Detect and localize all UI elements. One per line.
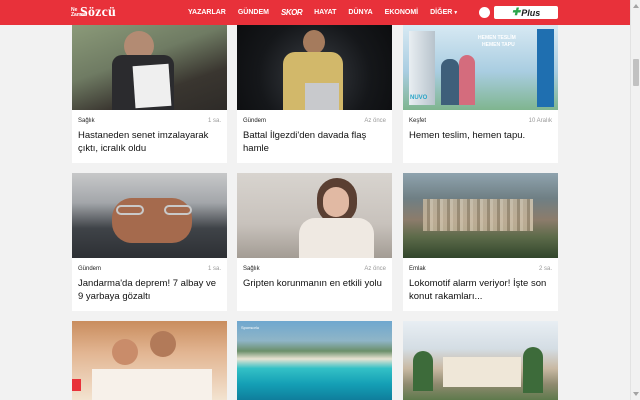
- nav-dunya[interactable]: DÜNYA: [348, 9, 372, 16]
- card-title[interactable]: Hemen teslim, hemen tapu.: [403, 124, 558, 142]
- nav-gundem[interactable]: GÜNDEM: [238, 9, 269, 16]
- news-card[interactable]: Sağlık Az önce Gripten korunmanın en etki…: [237, 173, 392, 311]
- carousel-prev-button[interactable]: [72, 379, 81, 391]
- logo-tagline: Ne Zaman: [71, 6, 88, 18]
- card-category: Gündem: [243, 118, 267, 124]
- card-time: 10 Aralık: [528, 118, 552, 124]
- scroll-thumb[interactable]: [633, 59, 639, 86]
- scroll-up-arrow-icon[interactable]: [633, 4, 639, 8]
- logo-wordmark: Sözcü: [80, 4, 116, 20]
- card-category: Emlak: [409, 266, 426, 272]
- scroll-down-arrow-icon[interactable]: [633, 392, 639, 396]
- news-image: [403, 173, 558, 258]
- card-title[interactable]: Gripten korunmanın en etkili yolu: [237, 272, 392, 290]
- plus-label: Plus: [521, 7, 541, 18]
- news-card[interactable]: [72, 321, 227, 400]
- plus-logo-icon: ✚: [511, 7, 521, 18]
- card-title[interactable]: Hastaneden senet imzalayarak çıktı, icra…: [72, 124, 227, 155]
- card-time: 1 sa.: [207, 118, 221, 124]
- top-navigation-bar: Ne Zaman Sözcü YAZARLAR GÜNDEM SKOR HAYA…: [0, 0, 630, 25]
- card-title[interactable]: Battal İlgezdi'den davada flaş hamle: [237, 124, 392, 155]
- card-title[interactable]: Lokomotif alarm veriyor! İşte son konut …: [403, 272, 558, 303]
- news-card[interactable]: Sağlık 1 sa. Hastaneden senet imzalayarak…: [72, 25, 227, 163]
- nav-diger[interactable]: DİĞER▼: [430, 9, 458, 16]
- ad-line-1: HEMEN TESLİM: [478, 35, 516, 41]
- sponsored-image: Sponsorlu: [237, 321, 392, 400]
- nav-skor[interactable]: SKOR: [281, 8, 303, 17]
- card-category: Keşfet: [409, 118, 427, 124]
- news-card[interactable]: [403, 321, 558, 400]
- nav-yazarlar[interactable]: YAZARLAR: [188, 9, 226, 16]
- sponsor-label: Sponsorlu: [241, 325, 260, 330]
- news-image: [72, 321, 227, 400]
- search-icon[interactable]: [479, 7, 490, 18]
- page-scrollbar[interactable]: [630, 0, 640, 400]
- news-card[interactable]: Emlak 2 sa. Lokomotif alarm veriyor! İşte…: [403, 173, 558, 311]
- news-image: [237, 25, 392, 110]
- ad-brand: NUVO: [410, 95, 428, 101]
- nav-ekonomi[interactable]: EKONOMİ: [385, 9, 418, 16]
- card-category: Sağlık: [243, 266, 260, 272]
- main-nav: YAZARLAR GÜNDEM SKOR HAYAT DÜNYA EKONOMİ…: [188, 0, 470, 25]
- news-image: [403, 321, 558, 400]
- news-image: [72, 173, 227, 258]
- ad-image: HEMEN TESLİM HEMEN TAPU NUVO: [403, 25, 558, 110]
- card-time: 2 sa.: [538, 266, 552, 272]
- card-category: Gündem: [78, 266, 102, 272]
- nav-hayat[interactable]: HAYAT: [314, 9, 336, 16]
- ad-card[interactable]: HEMEN TESLİM HEMEN TAPU NUVO Keşfet 10 Ar…: [403, 25, 558, 163]
- chevron-down-icon: ▼: [453, 10, 459, 16]
- news-image: [237, 173, 392, 258]
- card-title[interactable]: Jandarma'da deprem! 7 albay ve 9 yarbaya…: [72, 272, 227, 303]
- plus-button[interactable]: ✚ Plus: [494, 6, 558, 19]
- card-time: 1 sa.: [207, 266, 221, 272]
- news-card[interactable]: Gündem Az önce Battal İlgezdi'den davada …: [237, 25, 392, 163]
- sponsored-card[interactable]: Sponsorlu: [237, 321, 392, 400]
- nav-diger-label: DİĞER: [430, 9, 453, 16]
- news-card[interactable]: Gündem 1 sa. Jandarma'da deprem! 7 albay …: [72, 173, 227, 311]
- news-image: [72, 25, 227, 110]
- card-time: Az önce: [364, 266, 386, 272]
- ad-line-2: HEMEN TAPU: [482, 42, 515, 48]
- card-category: Sağlık: [78, 118, 95, 124]
- card-time: Az önce: [364, 118, 386, 124]
- sozcu-logo[interactable]: Ne Zaman Sözcü: [71, 4, 116, 21]
